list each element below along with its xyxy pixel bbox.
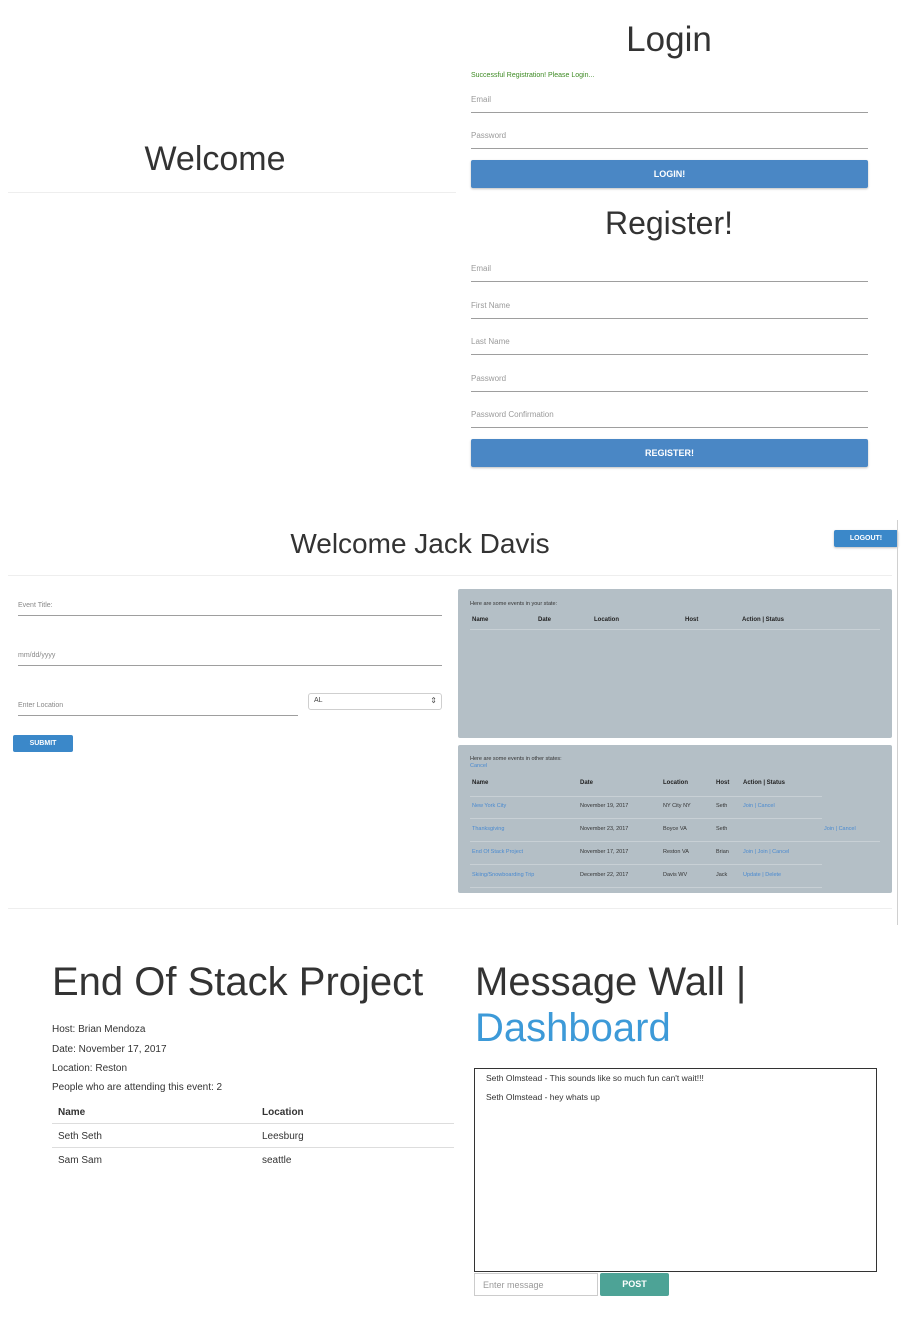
attending-count: People who are attending this event: 2 (52, 1082, 223, 1093)
message-item: Seth Olmstead - hey whats up (486, 1092, 600, 1102)
column-header: Name (472, 780, 489, 786)
column-header: Host (716, 780, 730, 786)
event-name-link[interactable]: Skiing/Snowboarding Trip (472, 872, 534, 878)
table-divider (470, 629, 880, 630)
event-action-links[interactable]: Update | Delete (743, 872, 781, 878)
column-header: Action | Status (743, 780, 786, 786)
event-location: Reston VA (663, 849, 689, 855)
column-header: Action | Status (742, 617, 785, 623)
event-date: November 17, 2017 (580, 849, 629, 855)
message-wall-box: Seth Olmstead - This sounds like so much… (474, 1068, 877, 1272)
event-host: Seth (716, 803, 728, 809)
register-email-field[interactable]: Email (471, 260, 868, 282)
other-events-panel: Here are some events in other states: Ca… (458, 745, 892, 893)
state-select-value: AL (314, 697, 323, 704)
table-divider (470, 864, 822, 865)
event-title-input[interactable]: Event Title: (18, 596, 442, 616)
message-input[interactable]: Enter message (474, 1273, 598, 1296)
event-host: Brian (716, 849, 729, 855)
submit-button[interactable]: SUBMIT (13, 735, 73, 752)
logout-button[interactable]: LOGOUT! (834, 530, 898, 547)
event-host: Host: Brian Mendoza (52, 1024, 146, 1035)
column-header: Date (580, 780, 594, 786)
divider (8, 908, 892, 909)
event-date: November 23, 2017 (580, 826, 629, 832)
dashboard-link[interactable]: Dashboard (475, 1006, 671, 1051)
event-date: Date: November 17, 2017 (52, 1044, 167, 1055)
divider (8, 575, 892, 576)
event-host: Jack (716, 872, 728, 878)
event-location: Location: Reston (52, 1063, 128, 1074)
register-button[interactable]: REGISTER! (471, 439, 868, 467)
event-location: Boyce VA (663, 826, 687, 832)
event-name-link[interactable]: New York City (472, 803, 506, 809)
table-divider (470, 841, 880, 842)
table-divider (470, 818, 822, 819)
event-date: December 22, 2017 (580, 872, 629, 878)
event-action-links[interactable]: Join | Join | Cancel (743, 849, 789, 855)
event-date-input[interactable]: mm/dd/yyyy (18, 646, 442, 666)
login-password-field[interactable]: Password (471, 127, 868, 149)
column-header-location: Location (262, 1107, 304, 1118)
select-arrows-icon: ⇕ (430, 696, 437, 705)
event-title: End Of Stack Project (52, 960, 424, 1004)
event-location: NY City NY (663, 803, 691, 809)
event-name-link[interactable]: End Of Stack Project (472, 849, 523, 855)
message-item: Seth Olmstead - This sounds like so much… (486, 1073, 704, 1083)
column-header: Date (538, 617, 552, 623)
event-name-link[interactable]: Thanksgiving (472, 826, 504, 832)
attendee-name: Seth Seth (58, 1131, 102, 1142)
other-events-note: Here are some events in other states: (470, 756, 562, 762)
cancel-link[interactable]: Cancel (470, 763, 487, 769)
column-header-name: Name (58, 1107, 86, 1118)
event-action-links[interactable]: Join | Cancel (824, 826, 856, 832)
divider (8, 192, 456, 193)
table-divider (470, 887, 822, 888)
register-heading: Register! (604, 205, 734, 241)
attendee-location: Leesburg (262, 1131, 304, 1142)
column-header: Location (594, 617, 619, 623)
message-wall-heading: Message Wall | (475, 960, 747, 1004)
event-host: Seth (716, 826, 728, 832)
register-password-confirmation-field[interactable]: Password Confirmation (471, 406, 868, 428)
event-location: Davis WV (663, 872, 688, 878)
scrollbar-edge (897, 520, 898, 925)
dashboard-welcome-heading: Welcome Jack Davis (290, 528, 550, 559)
login-button[interactable]: LOGIN! (471, 160, 868, 188)
state-events-panel: Here are some events in your state: Name… (458, 589, 892, 738)
column-header: Host (685, 617, 699, 623)
register-first-name-field[interactable]: First Name (471, 297, 868, 319)
column-header: Location (663, 780, 688, 786)
attendee-name: Sam Sam (58, 1155, 102, 1166)
table-divider (470, 796, 822, 797)
event-action-links[interactable]: Join | Cancel (743, 803, 775, 809)
state-events-note: Here are some events in your state: (470, 601, 558, 607)
login-email-field[interactable]: Email (471, 91, 868, 113)
register-password-field[interactable]: Password (471, 370, 868, 392)
table-divider (52, 1147, 454, 1148)
table-divider (52, 1123, 454, 1124)
event-date: November 19, 2017 (580, 803, 629, 809)
column-header: Name (472, 617, 489, 623)
success-message: Successful Registration! Please Login... (471, 72, 595, 79)
login-heading: Login (626, 20, 712, 59)
register-last-name-field[interactable]: Last Name (471, 333, 868, 355)
attendee-location: seattle (262, 1155, 292, 1166)
state-select[interactable]: AL ⇕ (308, 693, 442, 710)
event-location-input[interactable]: Enter Location (18, 696, 298, 716)
welcome-heading: Welcome (144, 140, 286, 178)
post-button[interactable]: POST (600, 1273, 669, 1296)
